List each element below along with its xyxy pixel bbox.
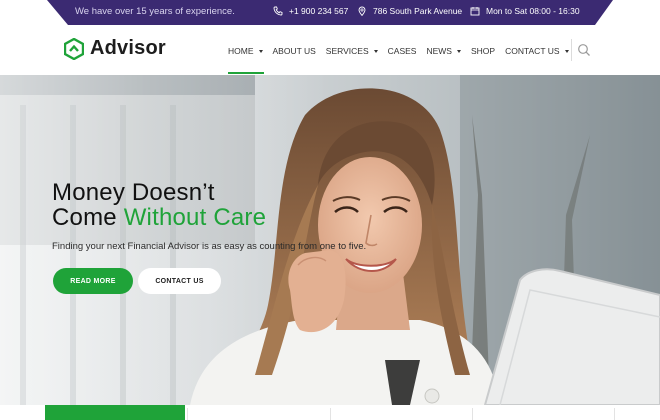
hero-headline: Money Doesn’t Come Without Care — [52, 180, 266, 230]
nav-label-about-us: ABOUT US — [272, 46, 316, 56]
brand-logo[interactable]: Advisor — [64, 37, 166, 60]
nav-active-indicator — [228, 72, 264, 74]
nav-item-services[interactable]: SERVICES — [326, 46, 378, 56]
hero-title-line-2: Come Without Care — [52, 205, 266, 230]
nav-item-news[interactable]: NEWS — [426, 46, 461, 56]
experience-message: We have over 15 years of experience. — [75, 6, 235, 17]
chevron-down-icon — [258, 49, 263, 53]
features-strip — [0, 405, 660, 420]
top-hours: Mon to Sat 08:00 - 16:30 — [470, 6, 580, 16]
nav-item-about-us[interactable]: ABOUT US — [273, 46, 316, 56]
nav-label-services: SERVICES — [325, 46, 369, 56]
contact-us-button[interactable]: CONTACT US — [138, 268, 221, 294]
hero-title-accent: Without Care — [123, 204, 267, 231]
top-address[interactable]: 786 South Park Avenue — [357, 6, 462, 16]
chevron-down-icon — [456, 49, 461, 53]
hours-text: Mon to Sat 08:00 - 16:30 — [486, 6, 580, 16]
hero-banner: Money Doesn’t Come Without Care Finding … — [0, 75, 660, 405]
hero-title-plain: Come — [52, 204, 124, 231]
nav-item-cases[interactable]: CASES — [388, 46, 417, 56]
feature-divider — [614, 408, 615, 420]
feature-divider — [472, 408, 473, 420]
address-text: 786 South Park Avenue — [373, 6, 463, 16]
location-pin-icon — [358, 6, 366, 16]
nav-label-shop: SHOP — [470, 46, 496, 56]
top-info-bar: We have over 15 years of experience. +1 … — [0, 0, 660, 25]
chevron-down-icon — [373, 49, 378, 53]
read-more-button[interactable]: READ MORE — [53, 268, 133, 294]
feature-divider — [330, 408, 331, 420]
hero-subtitle: Finding your next Financial Advisor is a… — [52, 241, 367, 252]
nav-divider — [571, 39, 572, 61]
brand-name: Advisor — [90, 37, 166, 59]
phone-icon — [273, 6, 283, 16]
hero-title-line-1: Money Doesn’t — [52, 179, 215, 206]
nav-label-contact-us: CONTACT US — [505, 46, 560, 56]
site-header: Advisor HOME ABOUT US SERVICES CASES NEW… — [0, 25, 660, 75]
nav-item-contact-us[interactable]: CONTACT US — [505, 46, 569, 56]
nav-label-cases: CASES — [387, 46, 417, 56]
nav-item-shop[interactable]: SHOP — [471, 46, 495, 56]
nav-label-home: HOME — [228, 46, 254, 56]
calendar-icon — [470, 7, 480, 16]
hero-background-photo — [0, 75, 660, 405]
feature-card-active[interactable] — [45, 405, 185, 420]
chevron-down-icon — [564, 49, 569, 53]
nav-label-news: NEWS — [426, 46, 452, 56]
main-navigation: HOME ABOUT US SERVICES CASES NEWS SHOP C… — [228, 44, 569, 58]
phone-number: +1 900 234 567 — [289, 6, 349, 16]
nav-item-home[interactable]: HOME — [228, 46, 263, 56]
top-phone[interactable]: +1 900 234 567 — [273, 6, 348, 16]
search-icon[interactable] — [577, 43, 591, 57]
feature-divider — [187, 408, 188, 420]
hexagon-chevron-logo-icon — [64, 37, 84, 60]
